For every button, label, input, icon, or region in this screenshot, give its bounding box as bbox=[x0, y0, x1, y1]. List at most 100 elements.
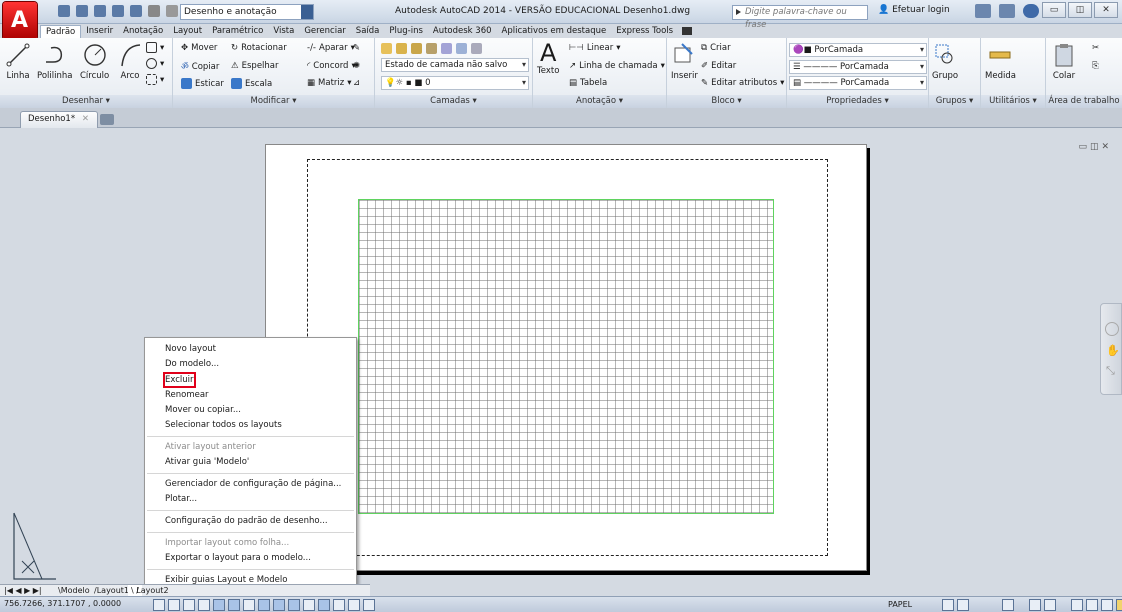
annotation-visibility-icon[interactable] bbox=[1044, 599, 1056, 611]
panel-title-anotacao[interactable]: Anotação ▾ bbox=[533, 95, 666, 108]
polar-icon[interactable] bbox=[213, 599, 225, 611]
panel-title-desenhar[interactable]: Desenhar ▾ bbox=[0, 95, 172, 108]
new-tab-button[interactable] bbox=[100, 114, 114, 125]
espelhar-button[interactable]: ⚠ Espelhar bbox=[231, 61, 279, 71]
workspace-switch-icon[interactable] bbox=[1071, 599, 1083, 611]
application-menu-button[interactable]: A bbox=[3, 2, 37, 40]
plot-icon[interactable] bbox=[130, 5, 142, 17]
tab-plug-ins[interactable]: Plug-ins bbox=[384, 25, 428, 38]
tab-anota-o[interactable]: Anotação bbox=[118, 25, 168, 38]
menu-renomear[interactable]: Renomear bbox=[165, 389, 209, 401]
polilinha-button[interactable]: Polilinha bbox=[37, 42, 72, 81]
workspace-combo[interactable]: Desenho e anotação bbox=[180, 4, 314, 20]
layer-off-icon[interactable] bbox=[441, 43, 452, 54]
tab-layout[interactable]: Layout bbox=[168, 25, 207, 38]
offset-button[interactable]: ⊿ bbox=[353, 78, 360, 88]
tab-autodesk-360[interactable]: Autodesk 360 bbox=[428, 25, 497, 38]
texto-button[interactable]: A Texto bbox=[537, 40, 559, 76]
paper-space-toggle[interactable]: PAPEL bbox=[888, 600, 912, 609]
login-button[interactable]: 👤 Efetuar login bbox=[878, 5, 950, 15]
hatch-tool[interactable]: ▾ bbox=[146, 58, 164, 69]
layer-match-icon[interactable] bbox=[456, 43, 467, 54]
zoom-icon[interactable]: ⤡ bbox=[1106, 364, 1115, 378]
sc-icon[interactable] bbox=[348, 599, 360, 611]
viewport-controls[interactable]: ▭◫✕ bbox=[1078, 142, 1112, 152]
maximize-viewport-icon[interactable] bbox=[1002, 599, 1014, 611]
menu-novo-layout[interactable]: Novo layout bbox=[165, 343, 216, 355]
otrack-icon[interactable] bbox=[258, 599, 270, 611]
layout-nav-buttons[interactable]: |◀ ◀ ▶ ▶| bbox=[4, 585, 42, 596]
explode-button[interactable]: ✺ bbox=[353, 61, 360, 71]
help-icon[interactable] bbox=[1023, 4, 1039, 18]
medida-button[interactable]: Medida bbox=[985, 42, 1016, 81]
layer-properties-icon[interactable] bbox=[381, 43, 392, 54]
linha-chamada-button[interactable]: ↗ Linha de chamada ▾ bbox=[569, 61, 665, 71]
redo-icon[interactable] bbox=[166, 5, 178, 17]
panel-title-grupos[interactable]: Grupos ▾ bbox=[929, 95, 980, 108]
tab-vista[interactable]: Vista bbox=[268, 25, 299, 38]
tab-layout1[interactable]: / Layout1 bbox=[94, 585, 129, 596]
criar-button[interactable]: ⧉ Criar bbox=[701, 43, 731, 53]
menu-configuracao-padrao[interactable]: Configuração do padrão de desenho... bbox=[165, 515, 328, 527]
osnap-icon[interactable] bbox=[228, 599, 240, 611]
copy-clip-button[interactable]: ⎘ bbox=[1092, 61, 1099, 71]
tab-express-tools[interactable]: Express Tools bbox=[611, 25, 678, 38]
copiar-button[interactable]: ॐ Copiar bbox=[181, 61, 219, 73]
cut-button[interactable]: ✂ bbox=[1092, 43, 1099, 53]
esticar-button[interactable]: Esticar bbox=[181, 78, 224, 89]
tab-param-trico[interactable]: Paramétrico bbox=[207, 25, 268, 38]
layer-dropdown[interactable]: 💡☼ ▪ ■ 0 bbox=[381, 76, 529, 90]
quick-view-layouts-icon[interactable] bbox=[942, 599, 954, 611]
search-input[interactable]: Digite palavra-chave ou frase bbox=[732, 5, 868, 30]
concord-button[interactable]: ◜ Concord ▾ bbox=[307, 61, 356, 71]
tab-padr-o[interactable]: Padrão bbox=[40, 25, 82, 38]
ribbon-minimize-icon[interactable] bbox=[682, 27, 693, 35]
tab-gerenciar[interactable]: Gerenciar bbox=[299, 25, 350, 38]
close-button[interactable]: ✕ bbox=[1094, 2, 1118, 18]
erase-button[interactable]: ✎ bbox=[353, 43, 360, 53]
tab-inserir[interactable]: Inserir bbox=[81, 25, 118, 38]
navigation-bar[interactable]: ✋ ⤡ bbox=[1100, 303, 1122, 395]
snap-icon[interactable] bbox=[168, 599, 180, 611]
annotation-scale-icon[interactable] bbox=[1029, 599, 1041, 611]
linha-button[interactable]: Linha bbox=[6, 42, 30, 81]
open-icon[interactable] bbox=[76, 5, 88, 17]
steering-wheel-icon[interactable] bbox=[1105, 322, 1119, 336]
editar-button[interactable]: ✐ Editar bbox=[701, 61, 736, 71]
tpy-icon[interactable] bbox=[318, 599, 330, 611]
new-icon[interactable] bbox=[58, 5, 70, 17]
grupo-button[interactable]: Grupo bbox=[932, 42, 958, 81]
lineweight-dropdown[interactable]: ▤ ———— PorCamada bbox=[789, 76, 927, 90]
menu-exportar-layout[interactable]: Exportar o layout para o modelo... bbox=[165, 552, 311, 564]
file-tab-desenho1[interactable]: Desenho1* ✕ bbox=[20, 111, 98, 128]
tab-layout2[interactable]: \ Layout2 / bbox=[128, 585, 169, 596]
layer-freeze-icon[interactable] bbox=[426, 43, 437, 54]
panel-title-utilitarios[interactable]: Utilitários ▾ bbox=[981, 95, 1045, 108]
menu-plotar[interactable]: Plotar... bbox=[165, 493, 197, 505]
exchange-icon[interactable] bbox=[975, 4, 991, 18]
viewport-grid[interactable] bbox=[358, 199, 774, 514]
linear-button[interactable]: ⊢⊣ Linear ▾ bbox=[569, 43, 621, 53]
mover-button[interactable]: ✥ Mover bbox=[181, 43, 217, 53]
lwt-icon[interactable] bbox=[303, 599, 315, 611]
color-dropdown[interactable]: 🟣■ PorCamada bbox=[789, 43, 927, 57]
lock-icon[interactable] bbox=[1086, 599, 1098, 611]
coordinates-readout[interactable]: 756.7266, 371.1707 , 0.0000 bbox=[4, 599, 121, 608]
panel-title-camadas[interactable]: Camadas ▾ bbox=[375, 95, 532, 108]
escala-button[interactable]: Escala bbox=[231, 78, 272, 89]
undo-icon[interactable] bbox=[148, 5, 160, 17]
close-tab-icon[interactable]: ✕ bbox=[82, 112, 89, 127]
panel-title-area-trabalho[interactable]: Área de trabalho bbox=[1046, 95, 1122, 108]
inserir-button[interactable]: Inserir bbox=[671, 42, 698, 81]
colar-button[interactable]: Colar bbox=[1052, 42, 1076, 81]
tab-aplicativos-em-destaque[interactable]: Aplicativos em destaque bbox=[497, 25, 612, 38]
ducs-icon[interactable] bbox=[273, 599, 285, 611]
panel-title-modificar[interactable]: Modificar ▾ bbox=[173, 95, 374, 108]
3d-osnap-icon[interactable] bbox=[243, 599, 255, 611]
isolate-objects-icon[interactable] bbox=[1116, 599, 1122, 611]
layer-previous-icon[interactable] bbox=[471, 43, 482, 54]
menu-ativar-guia-modelo[interactable]: Ativar guia 'Modelo' bbox=[165, 456, 249, 468]
pan-icon[interactable]: ✋ bbox=[1106, 344, 1120, 357]
maximize-button[interactable]: ◫ bbox=[1068, 2, 1092, 18]
panel-title-propriedades[interactable]: Propriedades ▾ bbox=[787, 95, 928, 108]
